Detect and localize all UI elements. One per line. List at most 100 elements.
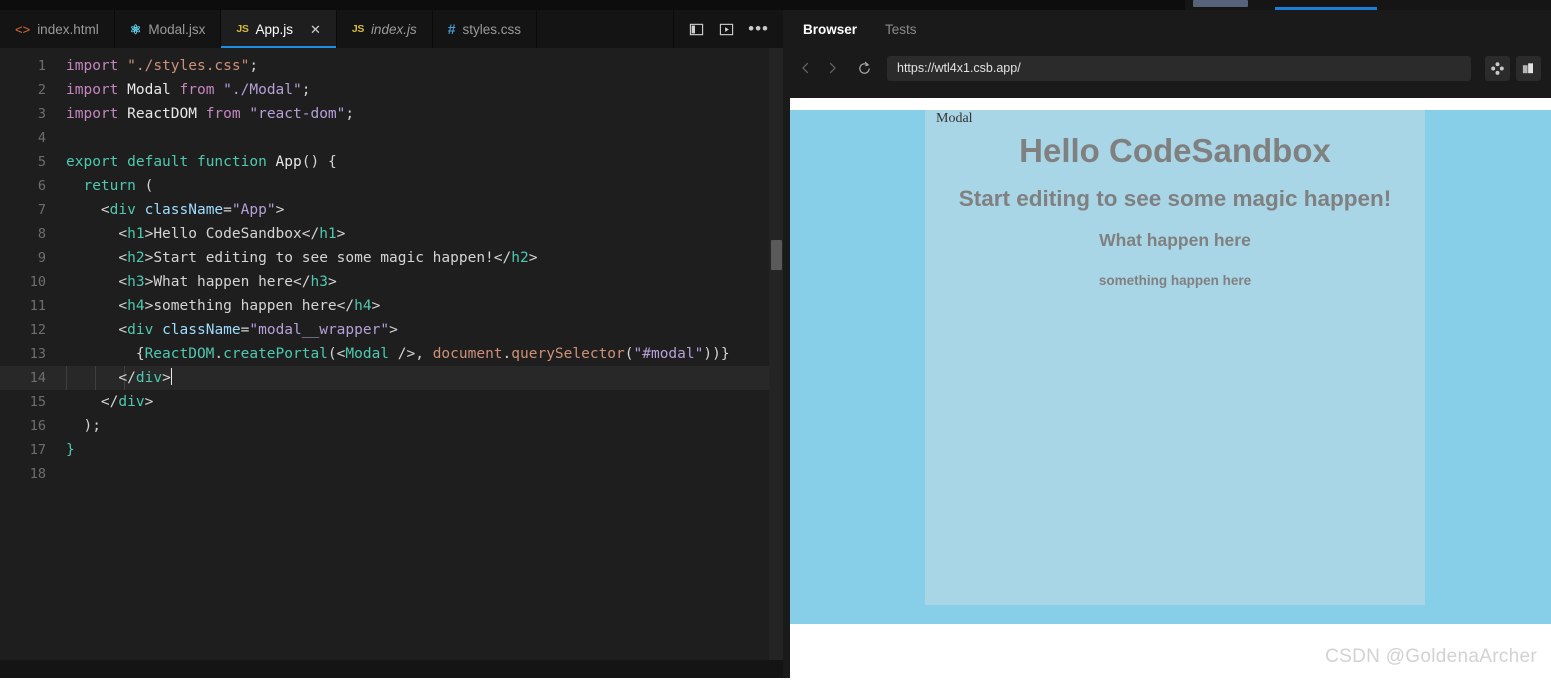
editor-tabbar: <> index.html ⚛ Modal.jsx JS App.js ✕ JS…	[0, 10, 783, 48]
window-tab[interactable]	[1377, 0, 1478, 10]
line-content: export default function App() {	[66, 154, 337, 170]
line-number: 1	[37, 58, 46, 74]
line-number: 18	[29, 466, 46, 482]
code-surface[interactable]: 1 import "./styles.css"; 2 import Modal …	[0, 48, 783, 678]
editor-bottom-strip	[0, 660, 783, 678]
code-line: 2 import Modal from "./Modal";	[0, 78, 783, 102]
editor-tab-label: index.html	[37, 21, 99, 37]
responsive-preview-icon[interactable]	[1485, 55, 1510, 81]
editor-tab-modal-jsx[interactable]: ⚛ Modal.jsx	[114, 10, 222, 48]
code-line: 5 export default function App() {	[0, 150, 783, 174]
editor-tab-styles-css[interactable]: # styles.css	[432, 10, 538, 48]
editor-tab-app-js[interactable]: JS App.js ✕	[221, 10, 337, 48]
line-content: <h1>Hello CodeSandbox</h1>	[118, 226, 346, 242]
line-content: import "./styles.css";	[66, 58, 259, 74]
preview-browser-pane: Browser Tests https://wtl4x1.csb.app/ Mo…	[783, 10, 1551, 688]
code-line: 15 </div>	[0, 390, 783, 414]
window-tab[interactable]	[1477, 0, 1551, 10]
line-number: 9	[37, 250, 46, 266]
code-line: 1 import "./styles.css";	[0, 54, 783, 78]
editor-tab-index-js[interactable]: JS index.js	[336, 10, 433, 48]
code-line: 13 {ReactDOM.createPortal(<Modal />, doc…	[0, 342, 783, 366]
line-number: 5	[37, 154, 46, 170]
line-content: </div>	[118, 368, 173, 386]
code-line: 7 <div className="App">	[0, 198, 783, 222]
preview-heading-2: Start editing to see some magic happen!	[958, 186, 1392, 211]
more-options-icon[interactable]: •••	[748, 20, 769, 37]
split-editor-icon[interactable]	[688, 21, 704, 37]
code-line: 12 <div className="modal__wrapper">	[0, 318, 783, 342]
code-line: 11 <h4>something happen here</h4>	[0, 294, 783, 318]
code-editor-pane: <> index.html ⚛ Modal.jsx JS App.js ✕ JS…	[0, 10, 783, 678]
window-tab-thumb	[1193, 0, 1248, 7]
js-file-icon: JS	[236, 22, 249, 35]
react-file-icon: ⚛	[129, 21, 142, 37]
line-content: <div className="App">	[100, 202, 285, 218]
watermark: CSDN @GoldenaArcher	[1325, 646, 1537, 667]
line-number: 17	[29, 442, 46, 458]
line-content: <h4>something happen here</h4>	[118, 298, 381, 314]
codesandbox-ide: <> index.html ⚛ Modal.jsx JS App.js ✕ JS…	[0, 0, 1551, 688]
modal-label: Modal	[936, 111, 973, 126]
preview-tab-browser[interactable]: Browser	[789, 10, 871, 48]
reload-icon[interactable]	[851, 55, 877, 81]
line-number: 4	[37, 130, 46, 146]
line-number: 6	[37, 178, 46, 194]
line-number: 14	[29, 370, 46, 386]
tabbar-spacer	[537, 10, 675, 48]
close-icon[interactable]: ✕	[310, 23, 321, 36]
line-number: 11	[29, 298, 46, 314]
line-number: 2	[37, 82, 46, 98]
url-input[interactable]: https://wtl4x1.csb.app/	[887, 55, 1471, 81]
line-number: 7	[37, 202, 46, 218]
line-content: );	[83, 418, 101, 434]
code-line: 10 <h3>What happen here</h3>	[0, 270, 783, 294]
code-line: 4	[0, 126, 783, 150]
editor-tab-label: App.js	[255, 21, 293, 37]
code-line: 8 <h1>Hello CodeSandbox</h1>	[0, 222, 783, 246]
line-number: 8	[37, 226, 46, 242]
top-window-tabstrip	[0, 0, 1551, 10]
preview-viewport[interactable]: Modal Hello CodeSandbox Start editing to…	[790, 98, 1551, 688]
open-panel-icon[interactable]	[718, 21, 734, 37]
js-file-icon: JS	[351, 22, 364, 35]
line-content: {ReactDOM.createPortal(<Modal />, docume…	[135, 346, 730, 362]
editor-tabbar-actions: •••	[674, 10, 783, 48]
window-tab-active[interactable]	[1275, 0, 1378, 10]
editor-tab-label: styles.css	[462, 21, 522, 37]
preview-tabbar: Browser Tests	[783, 10, 1551, 48]
modal-portal-bar	[925, 110, 1425, 130]
css-file-icon: #	[447, 21, 456, 37]
code-line: 3 import ReactDOM from "react-dom";	[0, 102, 783, 126]
preview-tab-tests[interactable]: Tests	[871, 10, 931, 48]
forward-icon[interactable]	[819, 55, 845, 81]
editor-scrollbar-thumb[interactable]	[771, 240, 782, 270]
line-content: </div>	[100, 394, 154, 410]
line-content: }	[66, 442, 75, 458]
code-line: 16 );	[0, 414, 783, 438]
line-content: <h2>Start editing to see some magic happ…	[118, 250, 538, 266]
line-content: import Modal from "./Modal";	[66, 82, 311, 98]
line-content: import ReactDOM from "react-dom";	[66, 106, 355, 122]
browser-navigation-bar: https://wtl4x1.csb.app/	[783, 48, 1551, 88]
back-icon[interactable]	[793, 55, 819, 81]
code-lines: 1 import "./styles.css"; 2 import Modal …	[0, 48, 783, 486]
line-number: 12	[29, 322, 46, 338]
window-tab[interactable]	[1185, 0, 1276, 10]
line-number: 16	[29, 418, 46, 434]
editor-tab-label: index.js	[370, 21, 417, 37]
code-line: 9 <h2>Start editing to see some magic ha…	[0, 246, 783, 270]
preview-heading-1: Hello CodeSandbox	[1019, 132, 1331, 169]
html-file-icon: <>	[15, 21, 31, 37]
line-number: 15	[29, 394, 46, 410]
panels-icon[interactable]	[1516, 55, 1541, 81]
line-content: <div className="modal__wrapper">	[118, 322, 398, 338]
preview-heading-4: something happen here	[1098, 273, 1252, 288]
code-line: 6 return (	[0, 174, 783, 198]
line-number: 13	[29, 346, 46, 362]
editor-tab-index-html[interactable]: <> index.html	[0, 10, 115, 48]
line-content: return (	[83, 178, 154, 194]
editor-vertical-scrollbar[interactable]	[769, 48, 783, 678]
editor-tab-label: Modal.jsx	[148, 21, 206, 37]
code-line: 17 }	[0, 438, 783, 462]
